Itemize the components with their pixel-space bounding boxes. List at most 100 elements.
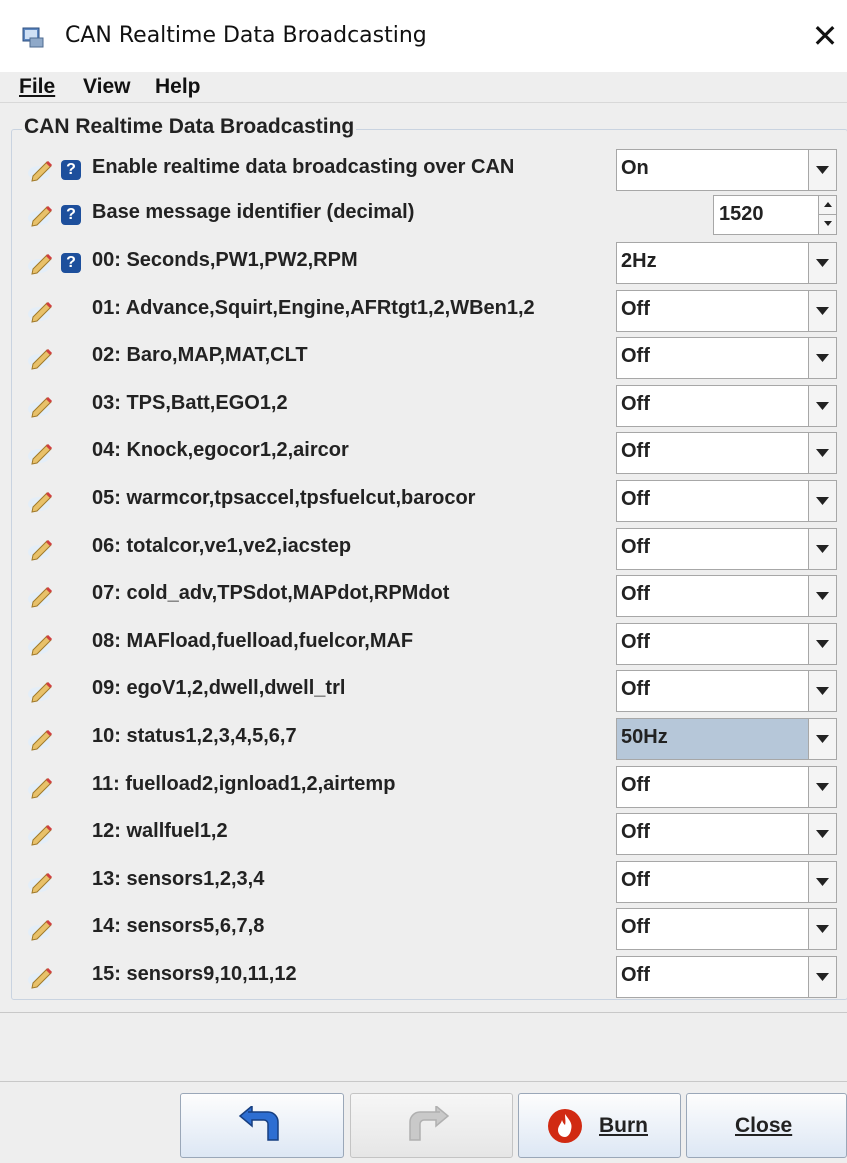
dropdown-value: Off (621, 678, 650, 701)
pencil-icon[interactable] (27, 346, 55, 370)
message-row: 05: warmcor,tpsaccel,tpsfuelcut,barocor O… (0, 477, 847, 525)
message-label: 08: MAFload,fuelload,fuelcor,MAF (92, 629, 414, 652)
message-rate-dropdown[interactable]: Off (616, 527, 837, 570)
message-rate-dropdown[interactable]: Off (616, 860, 837, 903)
message-rate-dropdown[interactable]: 50Hz (616, 718, 837, 760)
message-rate-dropdown[interactable]: Off (616, 622, 837, 665)
title-bar: CAN Realtime Data Broadcasting ✕ (0, 0, 847, 72)
message-row: 08: MAFload,fuelload,fuelcor,MAF Off (0, 620, 847, 668)
pencil-icon[interactable] (27, 679, 55, 704)
dropdown-value: Off (621, 583, 650, 606)
status-area (0, 1012, 847, 1082)
chevron-down-icon[interactable] (808, 338, 836, 379)
help-icon[interactable]: ? (61, 253, 81, 273)
burn-label-text: Burn (599, 1114, 648, 1137)
base-id-spinner[interactable]: 1520 (713, 195, 837, 235)
chevron-down-icon[interactable] (808, 150, 836, 190)
message-row: 14: sensors5,6,7,8 Off (0, 905, 847, 953)
spinner-down-icon[interactable] (818, 215, 836, 234)
message-row: 09: egoV1,2,dwell,dwell_trl Off (0, 667, 847, 715)
help-icon[interactable]: ? (61, 205, 81, 225)
pencil-icon[interactable] (27, 299, 55, 323)
chevron-down-icon[interactable] (808, 814, 836, 855)
undo-button[interactable] (180, 1093, 344, 1158)
pencil-icon[interactable] (27, 917, 55, 942)
dropdown-value: Off (621, 964, 650, 986)
message-row: 13: sensors1,2,3,4 Off (0, 858, 847, 906)
spinner-up-icon[interactable] (818, 196, 836, 215)
pencil-icon[interactable] (27, 158, 55, 182)
menu-help[interactable]: Help (155, 75, 201, 99)
pencil-icon[interactable] (27, 203, 55, 227)
pencil-icon[interactable] (27, 775, 55, 799)
chevron-down-icon[interactable] (808, 719, 836, 759)
redo-button[interactable] (350, 1093, 513, 1158)
message-row: 04: Knock,egocor1,2,aircor Off (0, 429, 847, 477)
pencil-icon[interactable] (27, 537, 55, 561)
pencil-icon[interactable] (27, 584, 55, 608)
pencil-icon[interactable] (27, 965, 55, 989)
message-rate-dropdown[interactable]: Off (616, 289, 837, 332)
message-label: 06: totalcor,ve1,ve2,iacstep (92, 534, 352, 557)
close-button[interactable]: Close (686, 1093, 847, 1158)
message-label: 12: wallfuel1,2 (92, 820, 228, 843)
chevron-down-icon[interactable] (808, 528, 836, 569)
message-label: 04: Knock,egocor1,2,aircor (92, 439, 349, 462)
chevron-down-icon[interactable] (808, 766, 836, 807)
message-rate-dropdown[interactable]: Off (616, 908, 837, 951)
message-rate-dropdown[interactable]: Off (616, 432, 837, 475)
dropdown-value: 2Hz (621, 250, 657, 272)
message-row: 03: TPS,Batt,EGO1,2 Off (0, 382, 847, 430)
message-label: 00: Seconds,PW1,PW2,RPM (92, 249, 358, 271)
help-icon[interactable]: ? (61, 160, 81, 180)
burn-button[interactable]: Burn (518, 1093, 681, 1158)
message-rate-dropdown[interactable]: Off (616, 480, 837, 522)
menu-file[interactable]: File (19, 75, 55, 99)
message-rate-dropdown[interactable]: Off (616, 670, 837, 713)
message-row: 02: Baro,MAP,MAT,CLT Off (0, 334, 847, 382)
message-rate-dropdown[interactable]: Off (616, 956, 837, 998)
pencil-icon[interactable] (27, 870, 55, 894)
message-rate-dropdown[interactable]: Off (616, 813, 837, 856)
setting-row-enable: ? Enable realtime data broadcasting over… (0, 146, 847, 194)
message-label: 02: Baro,MAP,MAT,CLT (92, 344, 308, 367)
menu-view[interactable]: View (83, 75, 130, 99)
message-row: 10: status1,2,3,4,5,6,7 50Hz (0, 715, 847, 763)
message-label: 03: TPS,Batt,EGO1,2 (92, 391, 288, 414)
chevron-down-icon[interactable] (808, 433, 836, 474)
chevron-down-icon[interactable] (808, 957, 836, 997)
undo-icon (238, 1106, 279, 1141)
message-label: 11: fuelload2,ignload1,2,airtemp (92, 772, 396, 795)
chevron-down-icon[interactable] (808, 243, 836, 283)
pencil-icon[interactable] (27, 632, 55, 656)
chevron-down-icon[interactable] (808, 481, 836, 521)
pencil-icon[interactable] (27, 441, 55, 466)
message-rate-dropdown[interactable]: Off (616, 337, 837, 380)
message-label: 13: sensors1,2,3,4 (92, 867, 265, 890)
setting-label: Base message identifier (decimal) (92, 201, 415, 223)
chevron-down-icon[interactable] (808, 385, 836, 426)
message-rate-dropdown[interactable]: Off (616, 575, 837, 618)
message-label: 05: warmcor,tpsaccel,tpsfuelcut,barocor (92, 487, 476, 509)
message-label: 10: status1,2,3,4,5,6,7 (92, 725, 297, 747)
chevron-down-icon[interactable] (808, 861, 836, 902)
app-icon (22, 27, 44, 48)
message-label: 07: cold_adv,TPSdot,MAPdot,RPMdot (92, 582, 450, 605)
chevron-down-icon[interactable] (808, 671, 836, 712)
pencil-icon[interactable] (27, 489, 55, 513)
pencil-icon[interactable] (27, 394, 55, 418)
close-window-button[interactable]: ✕ (808, 16, 842, 56)
message-row: 12: wallfuel1,2 Off (0, 810, 847, 858)
message-rate-dropdown[interactable]: 2Hz (616, 242, 837, 284)
chevron-down-icon[interactable] (808, 623, 836, 664)
pencil-icon[interactable] (27, 822, 55, 846)
dropdown-value: Off (621, 345, 650, 368)
chevron-down-icon[interactable] (808, 576, 836, 617)
message-rate-dropdown[interactable]: Off (616, 384, 837, 427)
pencil-icon[interactable] (27, 727, 55, 751)
message-rate-dropdown[interactable]: Off (616, 765, 837, 808)
enable-dropdown[interactable]: On (616, 149, 837, 191)
pencil-icon[interactable] (27, 251, 55, 275)
chevron-down-icon[interactable] (808, 290, 836, 331)
chevron-down-icon[interactable] (808, 909, 836, 950)
